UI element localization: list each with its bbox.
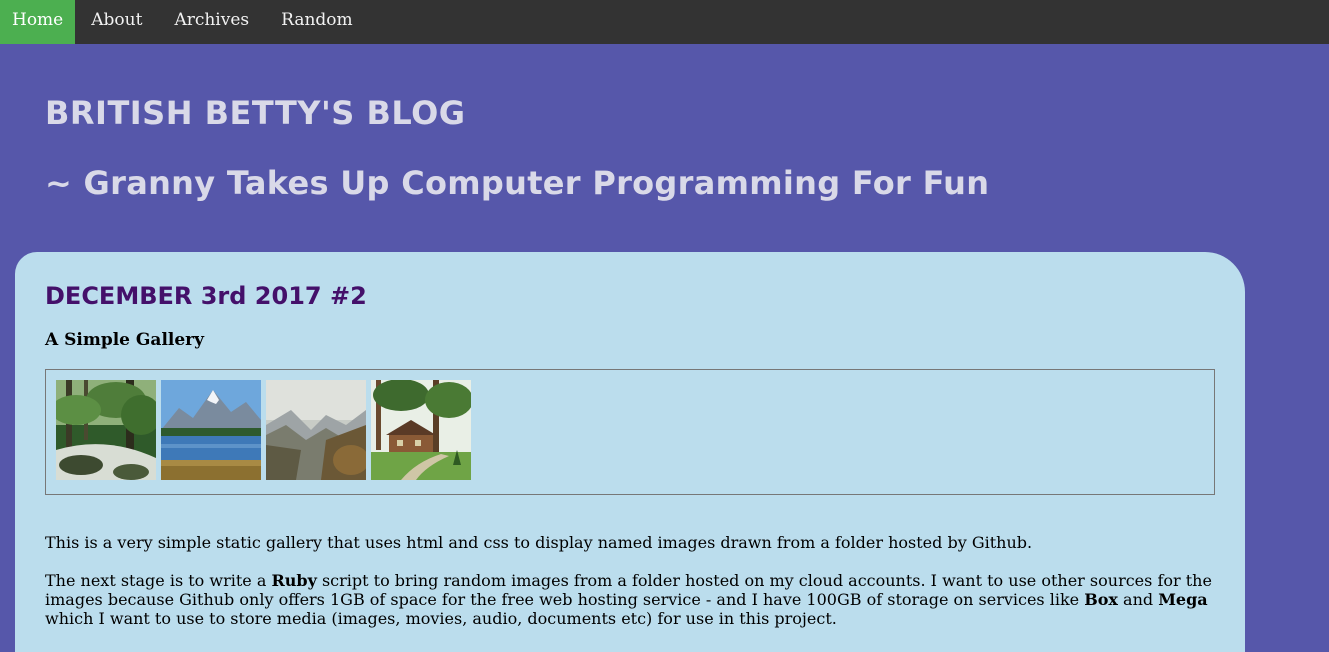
post-paragraph-1: This is a very simple static gallery tha… [45,533,1033,552]
mega-keyword: Mega [1158,590,1208,609]
gallery-image-mountain-lake[interactable] [161,380,261,480]
gallery-image-mountain-valley[interactable] [266,380,366,480]
gallery-image-log-cabin[interactable] [371,380,471,480]
para2-text-e: which I want to use to store media (imag… [45,609,837,628]
para2-text-d: and [1117,590,1159,609]
top-navigation: Home About Archives Random [0,0,1329,44]
image-gallery [45,369,1215,495]
post-paragraph-2: The next stage is to write a Ruby script… [45,571,1215,628]
blog-tagline: ~ Granny Takes Up Computer Programming F… [45,164,990,202]
blog-title: BRITISH BETTY'S BLOG [45,94,466,132]
ruby-keyword: Ruby [271,571,317,590]
para2-text-a: The next stage is to write a [45,571,272,590]
nav-archives-link[interactable]: Archives [158,0,265,44]
post-card: DECEMBER 3rd 2017 #2 A Simple Gallery Th… [15,252,1245,652]
gallery-image-forest-stream[interactable] [56,380,156,480]
nav-about-link[interactable]: About [75,0,158,44]
nav-home-link[interactable]: Home [0,0,76,44]
post-subtitle: A Simple Gallery [45,330,205,350]
post-date-heading: DECEMBER 3rd 2017 #2 [45,282,367,310]
nav-random-link[interactable]: Random [265,0,369,44]
box-keyword: Box [1084,590,1118,609]
